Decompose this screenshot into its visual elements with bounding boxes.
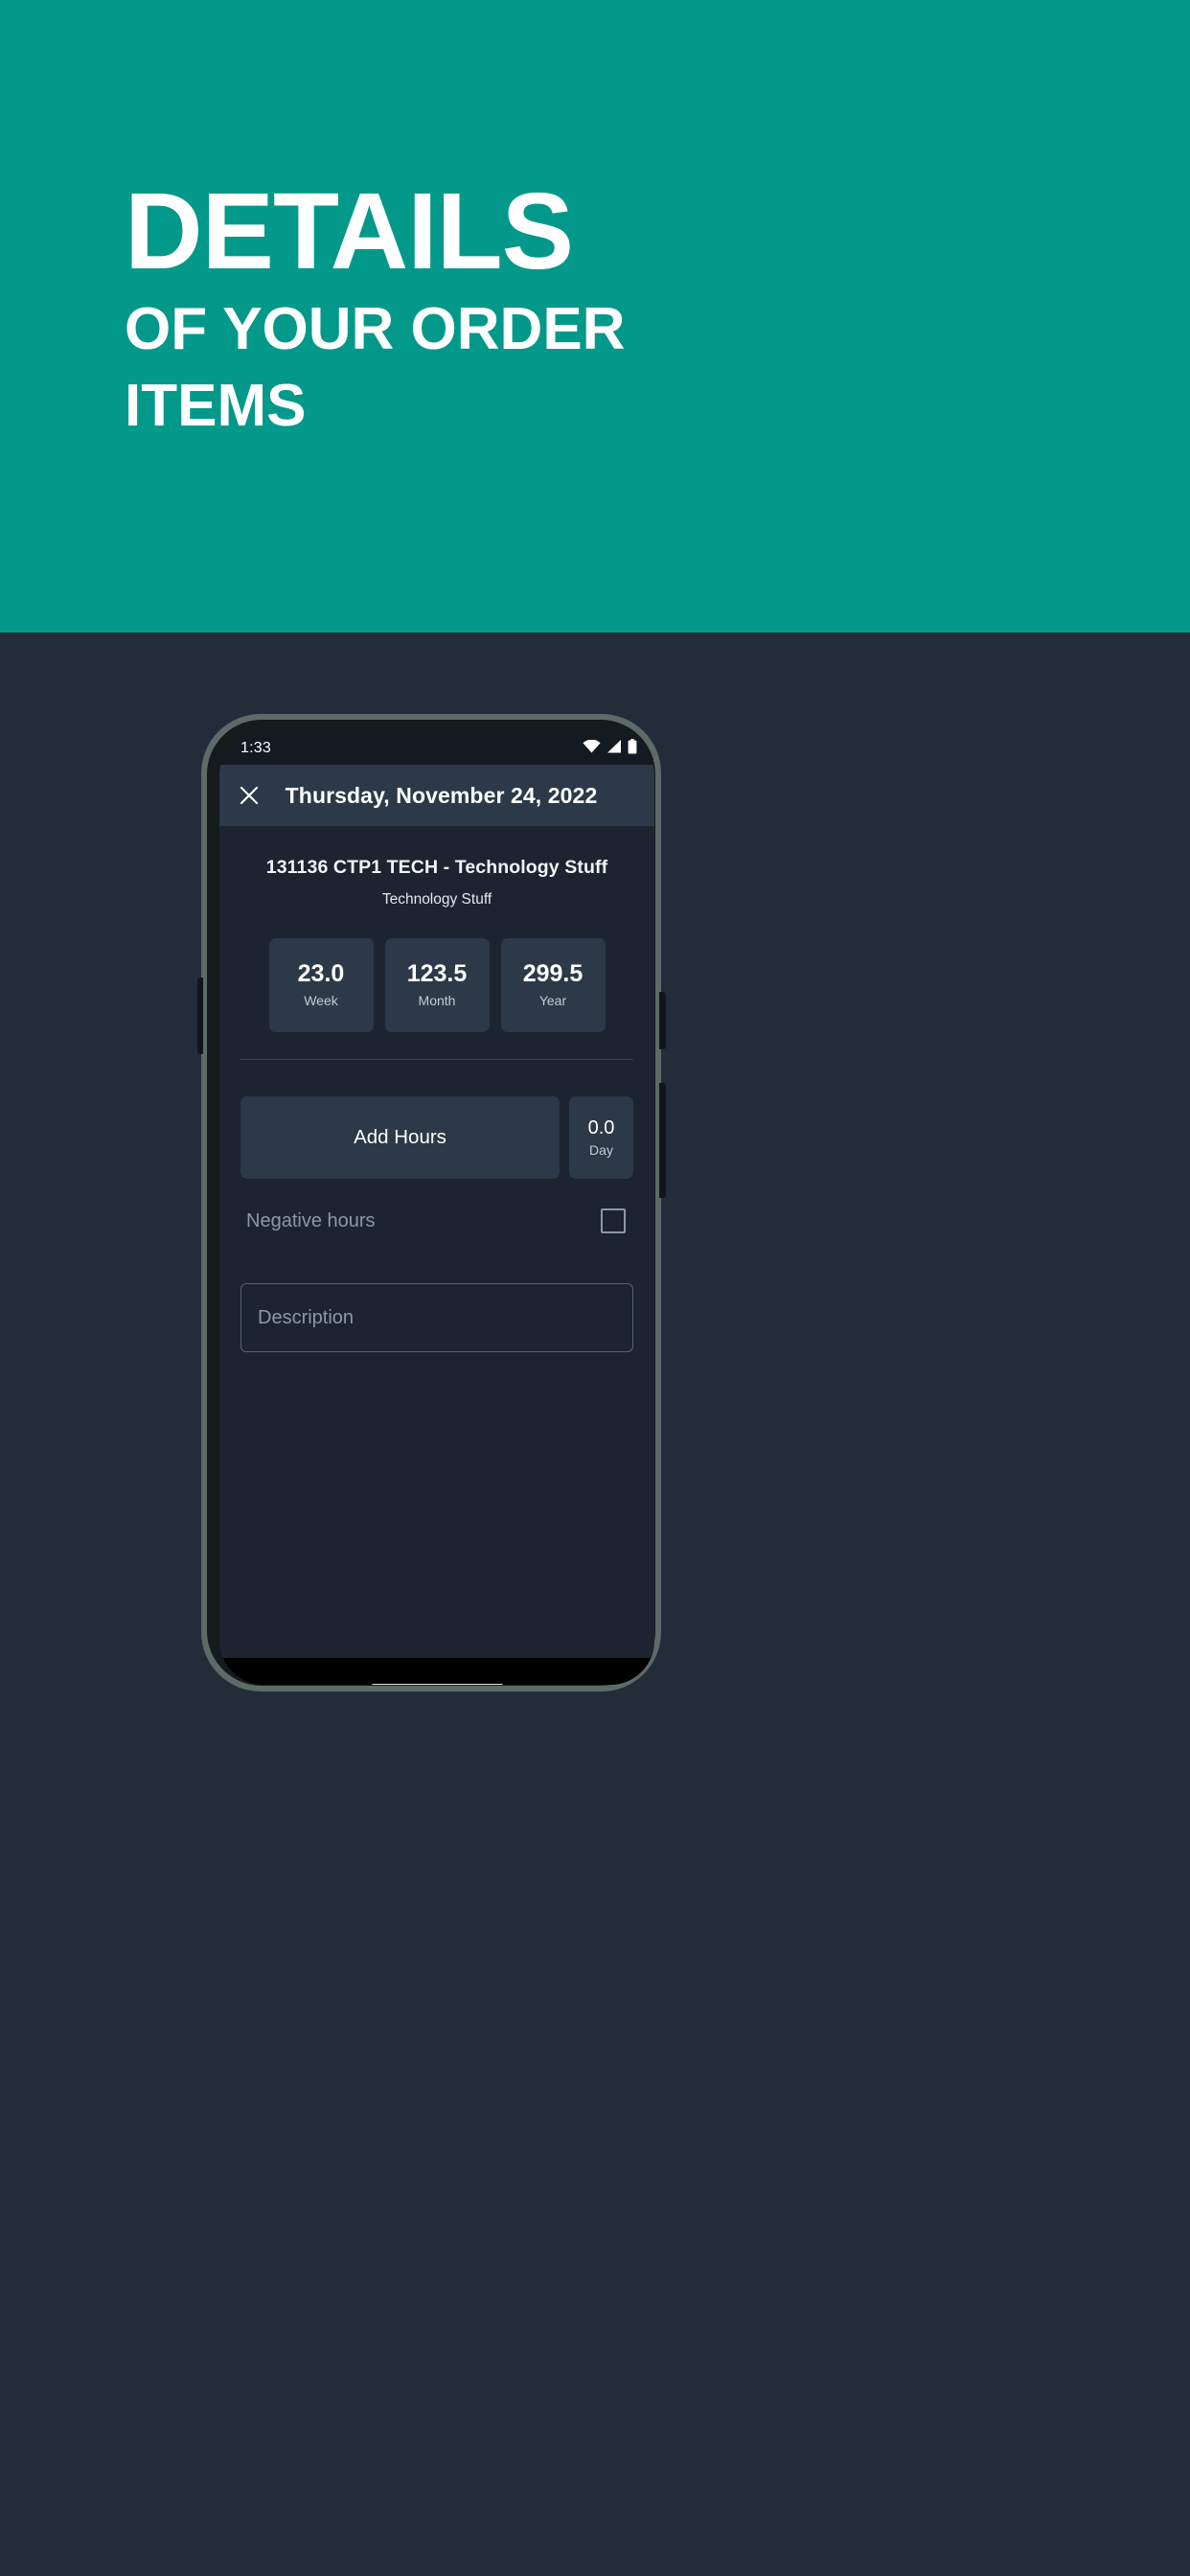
add-hours-row: Add Hours 0.0 Day bbox=[229, 1096, 645, 1179]
promo-headline-secondary-line2: ITEMS bbox=[125, 373, 307, 440]
add-hours-button[interactable]: Add Hours bbox=[240, 1096, 560, 1179]
phone-body: 1:33 Thursday, November 24, 2022 131136 … bbox=[207, 720, 655, 1686]
promo-headline-primary: DETAILS bbox=[125, 171, 574, 291]
battery-icon bbox=[628, 738, 637, 759]
promo-headline-secondary-line1: OF YOUR ORDER bbox=[125, 295, 626, 362]
cell-signal-icon bbox=[606, 739, 622, 758]
stat-card-month[interactable]: 123.5 Month bbox=[384, 938, 490, 1032]
stat-label-week: Week bbox=[304, 993, 338, 1008]
phone-volume-button-left[interactable] bbox=[197, 978, 203, 1054]
negative-hours-row[interactable]: Negative hours bbox=[229, 1198, 645, 1244]
home-gesture-pill[interactable] bbox=[370, 1684, 504, 1685]
order-item-title: 131136 CTP1 TECH - Technology Stuff bbox=[265, 857, 608, 878]
promo-banner: DETAILS OF YOUR ORDER ITEMS bbox=[0, 0, 1190, 632]
phone-mockup: 1:33 Thursday, November 24, 2022 131136 … bbox=[197, 714, 987, 2372]
day-total-value: 0.0 bbox=[587, 1116, 615, 1138]
day-total-label: Day bbox=[589, 1141, 613, 1158]
close-icon[interactable] bbox=[236, 782, 263, 809]
phone-volume-button-right[interactable] bbox=[659, 1083, 666, 1198]
stat-value-week: 23.0 bbox=[297, 960, 345, 987]
status-bar-icons bbox=[583, 738, 637, 759]
order-item-subtitle: Technology Stuff bbox=[381, 891, 492, 908]
phone-power-button[interactable] bbox=[659, 992, 666, 1049]
wifi-icon bbox=[583, 739, 601, 758]
promo-banner-text: DETAILS OF YOUR ORDER ITEMS bbox=[125, 171, 1083, 440]
stat-value-month: 123.5 bbox=[406, 960, 468, 987]
phone-shadow: 1:33 Thursday, November 24, 2022 131136 … bbox=[197, 714, 987, 2372]
description-input[interactable]: Description bbox=[240, 1283, 633, 1352]
stat-label-month: Month bbox=[418, 993, 456, 1008]
day-total-card[interactable]: 0.0 Day bbox=[569, 1096, 633, 1179]
stat-label-year: Year bbox=[538, 993, 567, 1008]
description-placeholder: Description bbox=[258, 1306, 355, 1328]
stat-card-week[interactable]: 23.0 Week bbox=[268, 938, 374, 1032]
app-bar-title: Thursday, November 24, 2022 bbox=[285, 782, 598, 808]
status-bar-clock: 1:33 bbox=[240, 740, 271, 756]
phone-screen: 1:33 Thursday, November 24, 2022 131136 … bbox=[219, 732, 654, 1685]
negative-hours-label: Negative hours bbox=[246, 1209, 376, 1231]
system-navigation-bar bbox=[219, 1658, 654, 1685]
stats-summary-row: 23.0 Week 123.5 Month 299.5 Year bbox=[229, 938, 645, 1032]
phone-outer-rim: 1:33 Thursday, November 24, 2022 131136 … bbox=[197, 714, 666, 1691]
screen-content: 131136 CTP1 TECH - Technology Stuff Tech… bbox=[219, 857, 654, 1685]
status-bar: 1:33 bbox=[219, 732, 654, 765]
stat-value-year: 299.5 bbox=[522, 960, 584, 987]
section-divider bbox=[240, 1059, 633, 1060]
screenshot-root: DETAILS OF YOUR ORDER ITEMS 1:33 Thursda… bbox=[0, 0, 1190, 2576]
stat-card-year[interactable]: 299.5 Year bbox=[500, 938, 606, 1032]
app-bar: Thursday, November 24, 2022 bbox=[219, 765, 654, 826]
negative-hours-checkbox[interactable] bbox=[601, 1208, 626, 1233]
